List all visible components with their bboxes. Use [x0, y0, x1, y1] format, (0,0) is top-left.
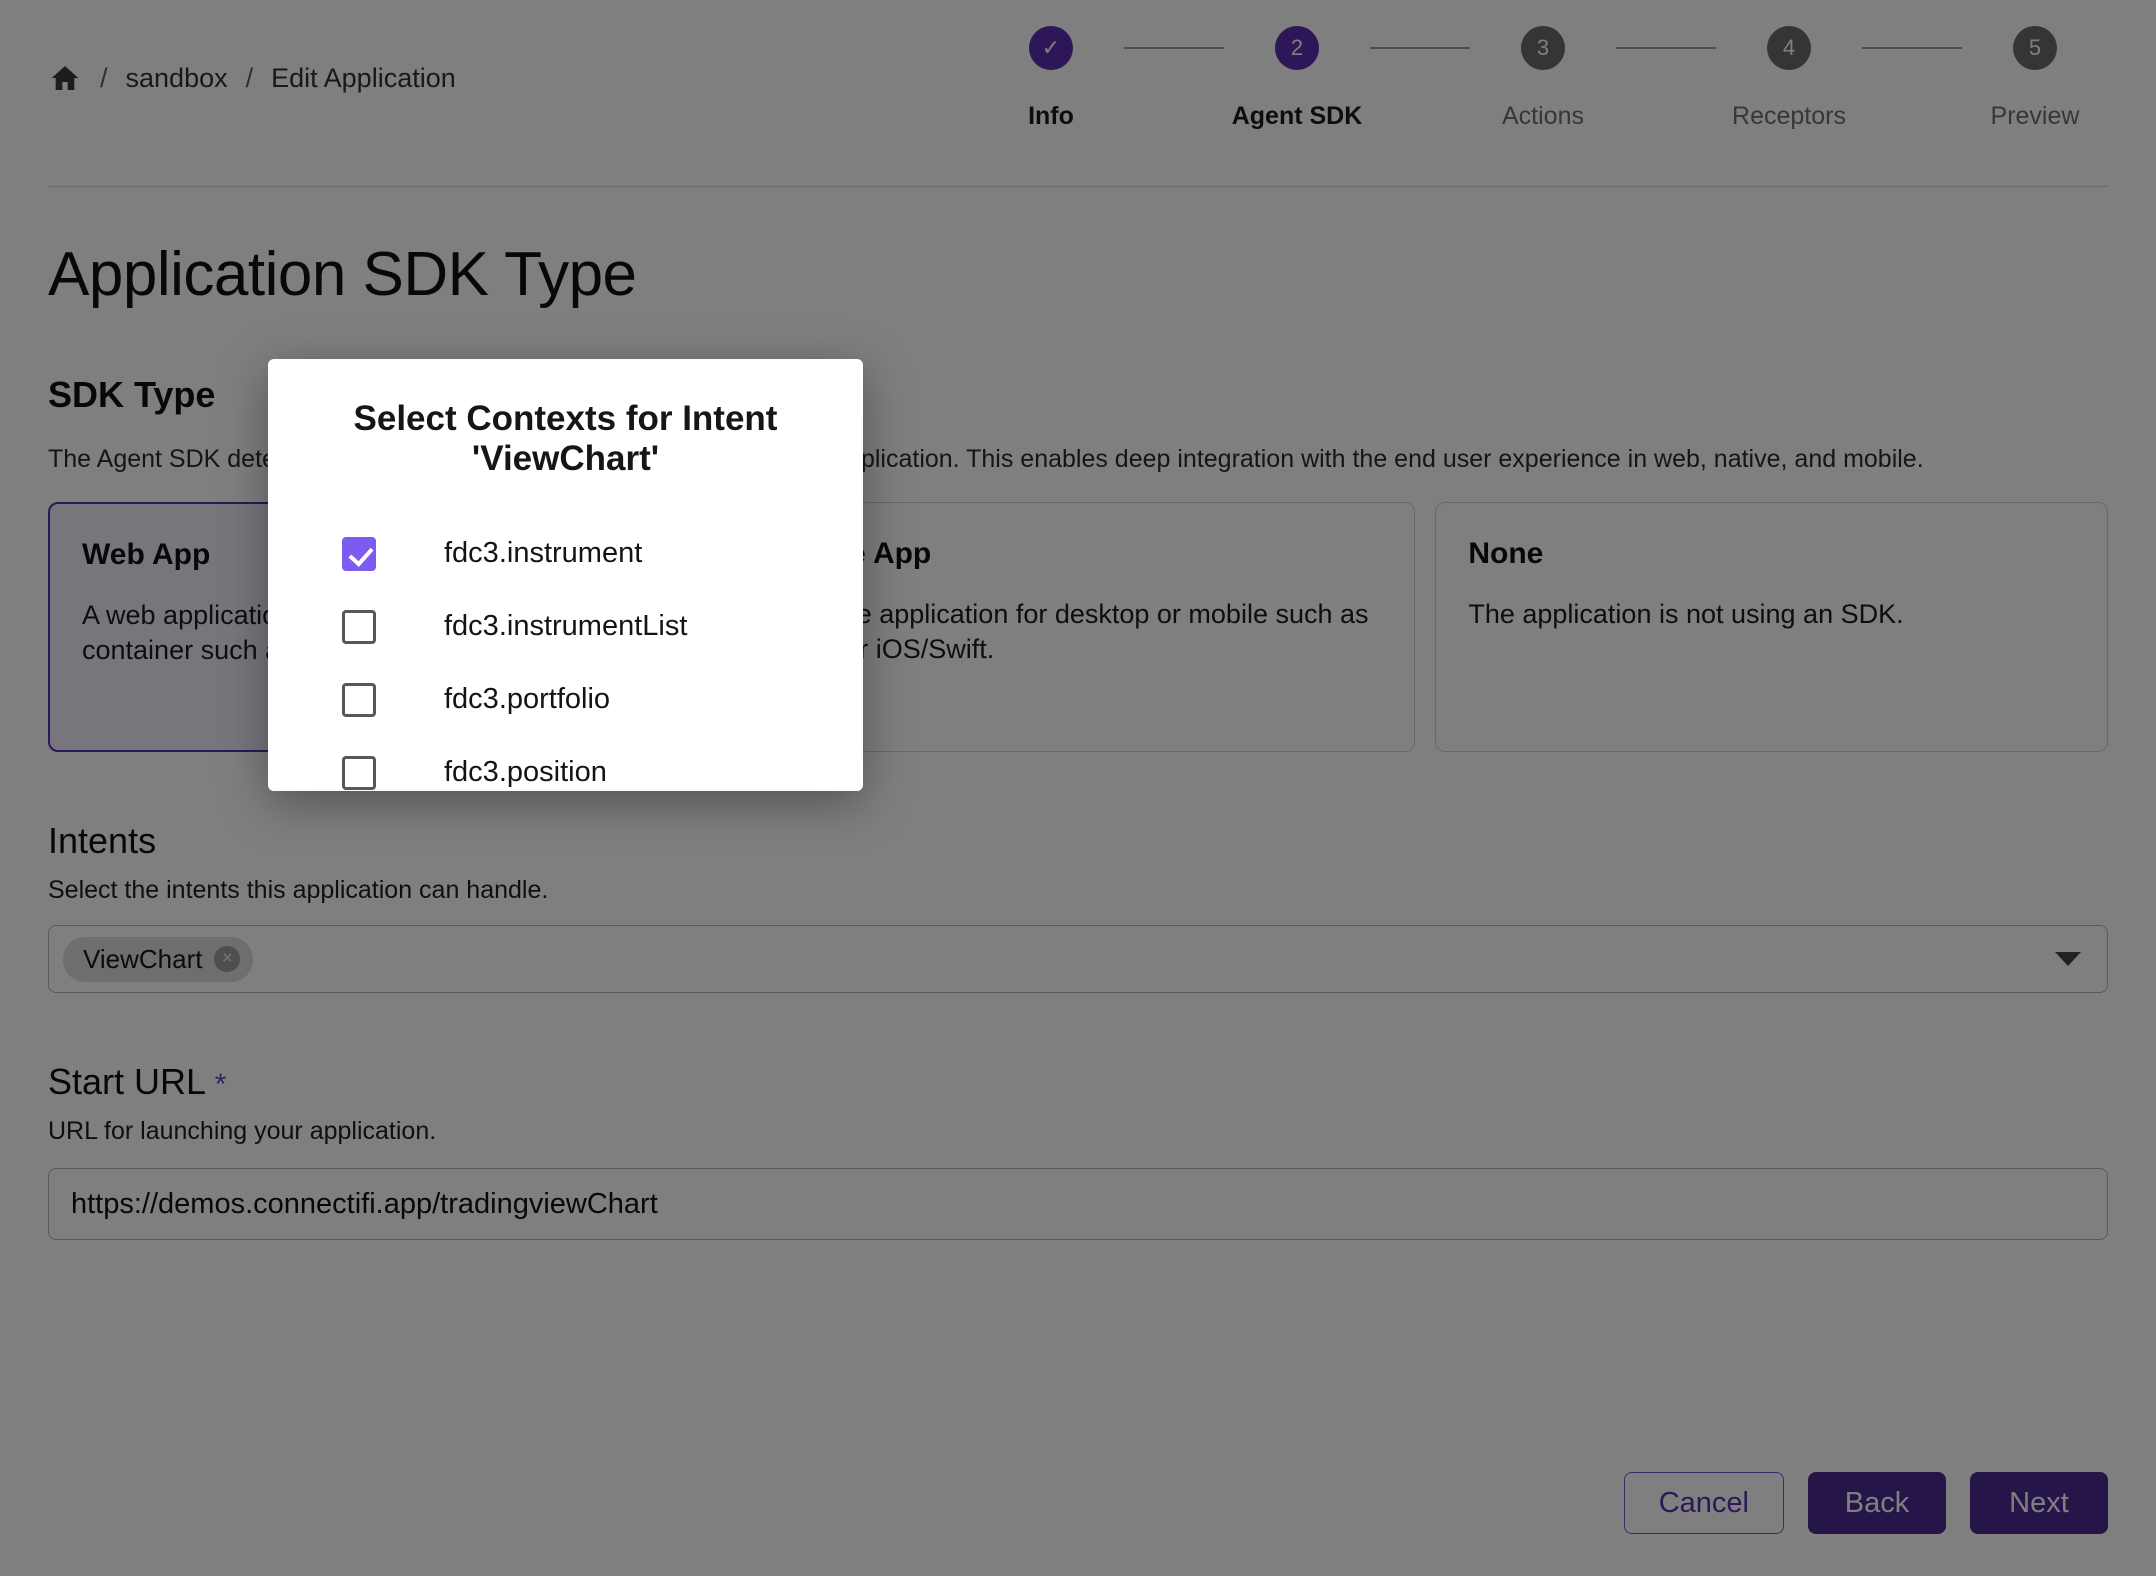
context-label-instrumentlist: fdc3.instrumentList	[444, 610, 688, 642]
dialog-title: Select Contexts for Intent 'ViewChart'	[353, 399, 778, 478]
checkbox-fdc3-portfolio[interactable]	[342, 682, 376, 717]
checkbox-fdc3-instrumentlist[interactable]	[342, 609, 376, 644]
context-row-instrument[interactable]: fdc3.instrument	[308, 517, 823, 590]
checkbox-fdc3-position[interactable]	[342, 755, 376, 790]
context-row-portfolio[interactable]: fdc3.portfolio	[308, 663, 823, 736]
checkbox-fdc3-instrument[interactable]	[342, 536, 376, 571]
context-label-instrument: fdc3.instrument	[444, 537, 643, 569]
context-checkbox-list: fdc3.instrument fdc3.instrumentList fdc3…	[308, 517, 823, 809]
context-row-instrumentlist[interactable]: fdc3.instrumentList	[308, 590, 823, 663]
context-label-position: fdc3.position	[444, 756, 607, 788]
context-label-portfolio: fdc3.portfolio	[444, 683, 611, 715]
select-contexts-dialog: Select Contexts for Intent 'ViewChart' f…	[268, 359, 863, 791]
context-row-position[interactable]: fdc3.position	[308, 736, 823, 809]
